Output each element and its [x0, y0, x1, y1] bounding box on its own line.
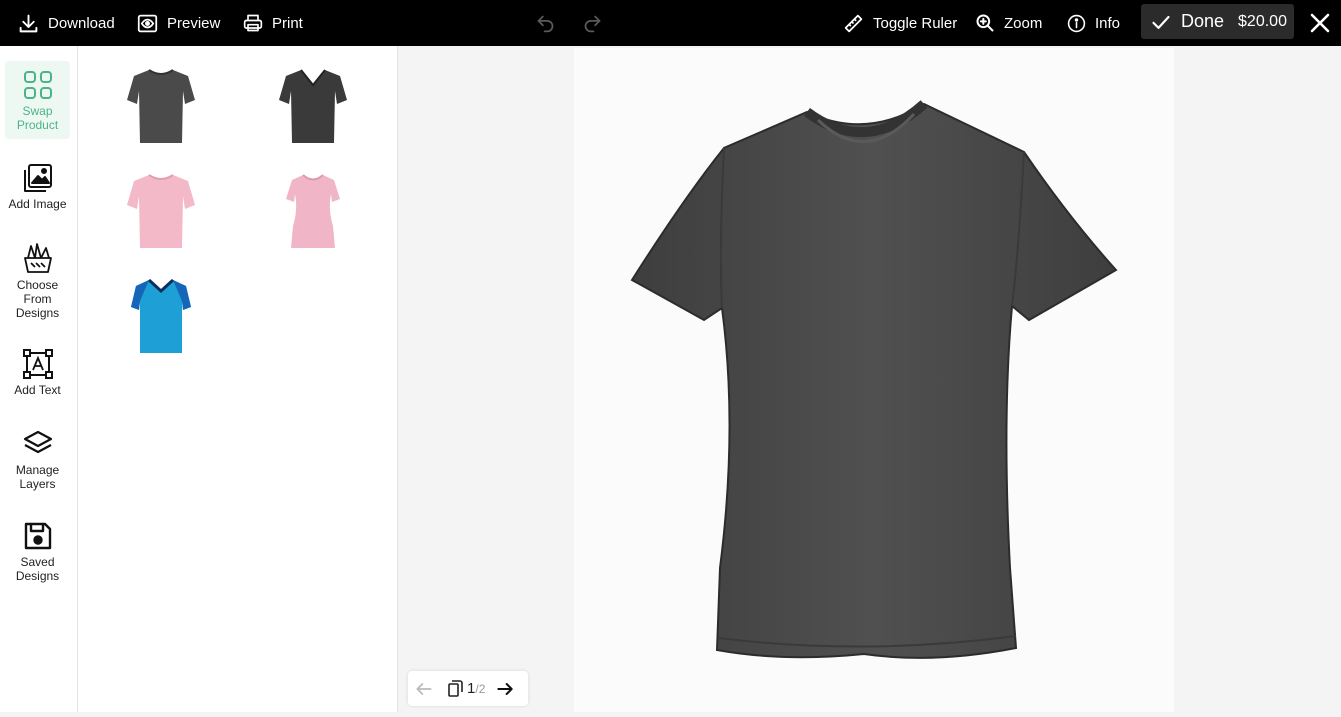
- design-canvas[interactable]: [574, 48, 1174, 712]
- tool-label: Saved Designs: [15, 555, 60, 583]
- product-thumb-vneck-black[interactable]: [273, 64, 353, 148]
- design-canvas-area: [398, 46, 1341, 712]
- product-thumb-jersey-blue[interactable]: [121, 274, 201, 358]
- page-icon: [448, 680, 463, 697]
- preview-label: Preview: [167, 14, 221, 32]
- checkmark-icon: [1152, 15, 1170, 29]
- vneck-tshirt-icon: [279, 69, 347, 143]
- image-icon: [23, 164, 52, 192]
- layers-icon: [23, 430, 52, 454]
- info-label: Info: [1095, 14, 1121, 32]
- undo-button[interactable]: [535, 0, 556, 46]
- tool-add-text[interactable]: Add Text: [5, 349, 70, 397]
- tool-sidebar: Swap Product Add Image Choose From Desig…: [0, 46, 78, 712]
- designs-icon: [23, 243, 52, 273]
- toggle-ruler-button[interactable]: Toggle Ruler: [843, 0, 957, 46]
- zoom-label: Zoom: [1004, 14, 1043, 32]
- zoom-icon: [976, 14, 994, 32]
- close-button[interactable]: [1306, 9, 1334, 37]
- product-thumb-crew-gray[interactable]: [121, 64, 201, 148]
- tool-manage-layers[interactable]: Manage Layers: [5, 429, 70, 491]
- ruler-label: Toggle Ruler: [873, 14, 958, 32]
- top-toolbar: Download Preview Print Toggle Ruler Zoom…: [0, 0, 1341, 46]
- tshirt-icon: [127, 174, 195, 248]
- tool-label: Add Image: [8, 197, 67, 211]
- redo-button[interactable]: [582, 0, 603, 46]
- page-navigator: 1 / 2: [408, 671, 528, 706]
- save-icon: [24, 522, 51, 550]
- tool-saved-designs[interactable]: Saved Designs: [5, 521, 70, 583]
- product-panel: [78, 46, 398, 712]
- tool-label: Add Text: [14, 383, 61, 397]
- tool-label: Choose From Designs: [15, 278, 60, 320]
- page-total: 2: [478, 681, 486, 696]
- print-button[interactable]: Print: [243, 0, 303, 46]
- info-button[interactable]: Info: [1067, 0, 1120, 46]
- download-button[interactable]: Download: [18, 0, 115, 46]
- product-thumb-womens-pink[interactable]: [273, 169, 353, 253]
- tshirt-icon: [127, 69, 195, 143]
- text-icon: [22, 349, 53, 379]
- arrow-right-icon[interactable]: [495, 679, 515, 699]
- jersey-icon: [131, 278, 191, 353]
- done-button[interactable]: Done $20.00: [1141, 4, 1294, 39]
- redo-icon: [584, 15, 601, 32]
- print-label: Print: [272, 14, 303, 32]
- tool-label: Manage Layers: [15, 463, 60, 491]
- ruler-icon: [844, 14, 863, 32]
- eye-icon: [137, 14, 158, 32]
- tool-add-image[interactable]: Add Image: [5, 163, 70, 211]
- arrow-left-icon[interactable]: [414, 679, 434, 699]
- tool-choose-designs[interactable]: Choose From Designs: [5, 242, 70, 320]
- product-preview-tshirt: [630, 100, 1118, 659]
- tool-swap-product[interactable]: Swap Product: [5, 61, 70, 139]
- printer-icon: [243, 14, 263, 32]
- grid-icon: [23, 71, 52, 99]
- download-icon: [19, 14, 38, 32]
- undo-icon: [537, 15, 554, 32]
- info-icon: [1067, 14, 1086, 32]
- done-label: Done: [1181, 11, 1225, 31]
- price-label: $20.00: [1238, 12, 1287, 30]
- preview-button[interactable]: Preview: [137, 0, 220, 46]
- product-thumb-crew-pink[interactable]: [121, 169, 201, 253]
- close-icon: [1310, 13, 1330, 33]
- womens-tshirt-icon: [286, 174, 340, 248]
- download-label: Download: [48, 14, 115, 32]
- zoom-button[interactable]: Zoom: [975, 0, 1042, 46]
- tool-label: Swap Product: [16, 104, 59, 132]
- page-current: 1: [467, 680, 476, 697]
